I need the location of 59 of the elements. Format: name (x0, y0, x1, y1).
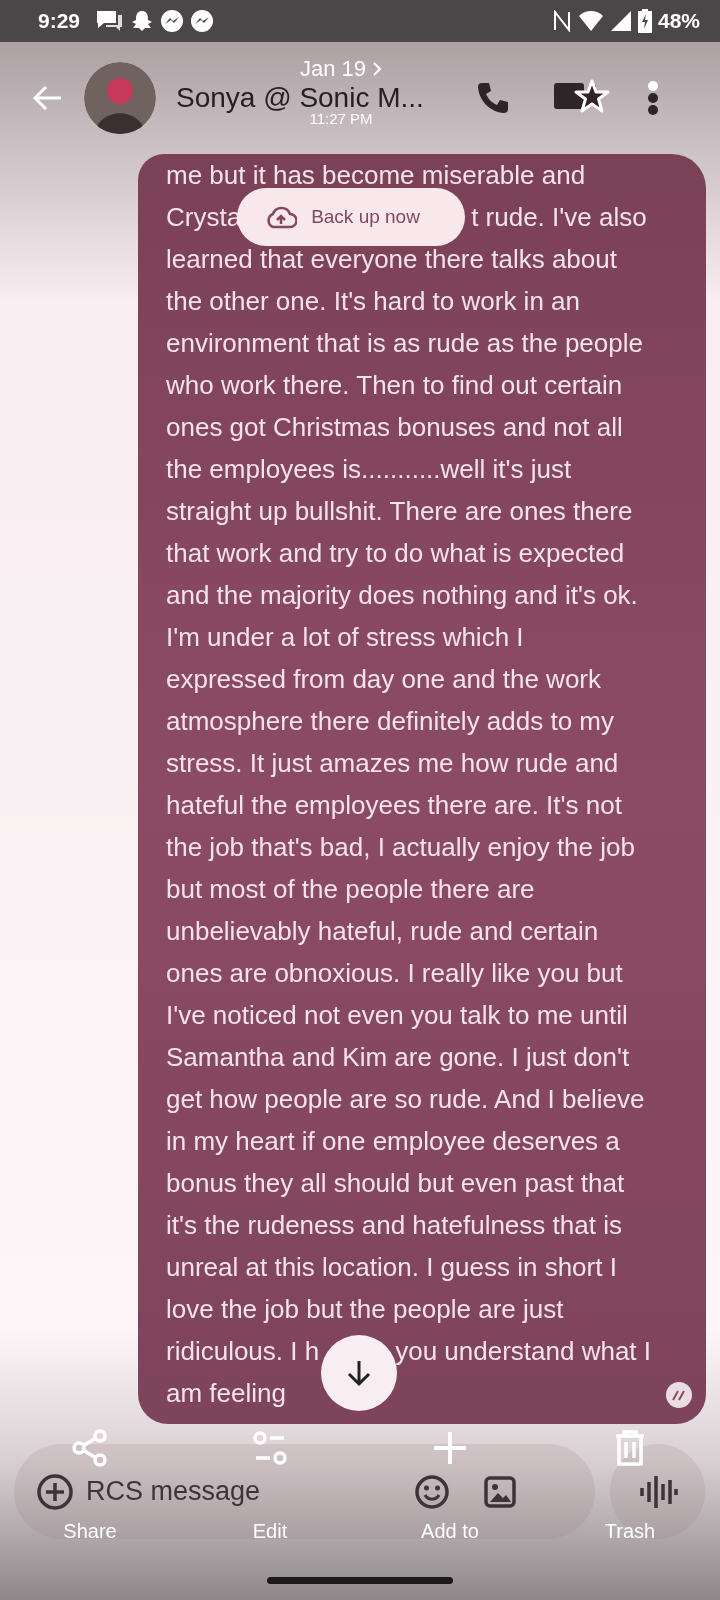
message-date[interactable]: Jan 19 (300, 56, 367, 82)
message-text: Samantha and Kim are gone. I just don't (166, 1041, 630, 1073)
message-text: ones are obnoxious. I really like you but (166, 957, 623, 989)
read-receipt-icon (666, 1382, 692, 1408)
message-text: in my heart if one employee deserves a (166, 1125, 620, 1157)
message-text: ridiculous. I h (166, 1335, 320, 1367)
clock: 9:29 (38, 9, 81, 33)
battery-percent: 48% (657, 9, 700, 33)
message-text: love the job but the people are just (166, 1293, 564, 1325)
message-text: bonus they all should but even past that (166, 1167, 625, 1199)
message-text: you understand what I (395, 1335, 652, 1367)
chat-lightning-icon (160, 9, 185, 33)
message-text: the employees is...........well it's just (166, 453, 572, 485)
message-text: and the majority does nothing and it's ok. (166, 579, 638, 611)
waveform-icon (637, 1473, 678, 1510)
message-text: the job that's bad, I actually enjoy the job (166, 831, 635, 863)
message-text: hateful the employees there are. It's not (166, 789, 622, 821)
message-input[interactable]: RCS message (86, 1475, 346, 1508)
contact-name[interactable]: Sonya @ Sonic M... (176, 84, 456, 112)
message-text: me but it has become miserable and (166, 159, 586, 191)
add-circle-icon[interactable] (36, 1472, 74, 1511)
message-text: t rude. I've also (471, 201, 647, 233)
message-time: 11:27 PM (309, 110, 373, 127)
action-label[interactable]: Trash (604, 1520, 656, 1543)
message-text: I'm under a lot of stress which I (166, 621, 524, 653)
message-text: I've noticed not even you talk to me until (166, 999, 628, 1031)
star-icon[interactable] (574, 79, 610, 113)
avatar[interactable] (84, 62, 156, 134)
message-text: am feeling (166, 1377, 286, 1409)
message-text: unbelievably hateful, rude and certain (166, 915, 599, 947)
message-text: environment that is as rude as the people (166, 327, 643, 359)
battery-icon (637, 9, 652, 33)
message-text: that work and try to do what is expected (166, 537, 625, 569)
message-text: learned that everyone there talks about (166, 243, 617, 275)
message-text: stress. It just amazes me how rude and (166, 747, 619, 779)
message-text: who work there. Then to find out certain (166, 369, 623, 401)
cloud-upload-icon (265, 205, 298, 229)
emoji-icon[interactable] (414, 1473, 450, 1510)
message-text: atmosphere there definitely adds to my (166, 705, 615, 737)
message-text: but most of the people there are (166, 873, 535, 905)
chat-lightning-icon (190, 9, 215, 33)
action-label[interactable]: Edit (252, 1520, 288, 1543)
message-text: straight up bullshit. There are ones there (166, 495, 633, 527)
message-text: unreal at this location. I guess in short I (166, 1251, 617, 1283)
action-label[interactable]: Share (63, 1520, 117, 1543)
more-menu-icon[interactable] (646, 81, 660, 115)
message-text: it's the rudeness and hatefulness that is (166, 1209, 622, 1241)
message-text: the other one. It's hard to work in an (166, 285, 580, 317)
action-label[interactable]: Add to (421, 1520, 479, 1543)
message-text: expressed from day one and the work (166, 663, 602, 695)
nfc-icon (551, 10, 572, 32)
chevron-icon (372, 61, 383, 77)
message-text: get how people are so rude. And I believe (166, 1083, 645, 1115)
phone-icon[interactable] (476, 81, 510, 115)
image-icon[interactable] (484, 1475, 516, 1508)
message-text: ones got Christmas bonuses and not all (166, 411, 623, 443)
wifi-icon (577, 10, 604, 32)
signal-icon (609, 10, 632, 32)
chat-bubbles-icon (94, 9, 125, 33)
